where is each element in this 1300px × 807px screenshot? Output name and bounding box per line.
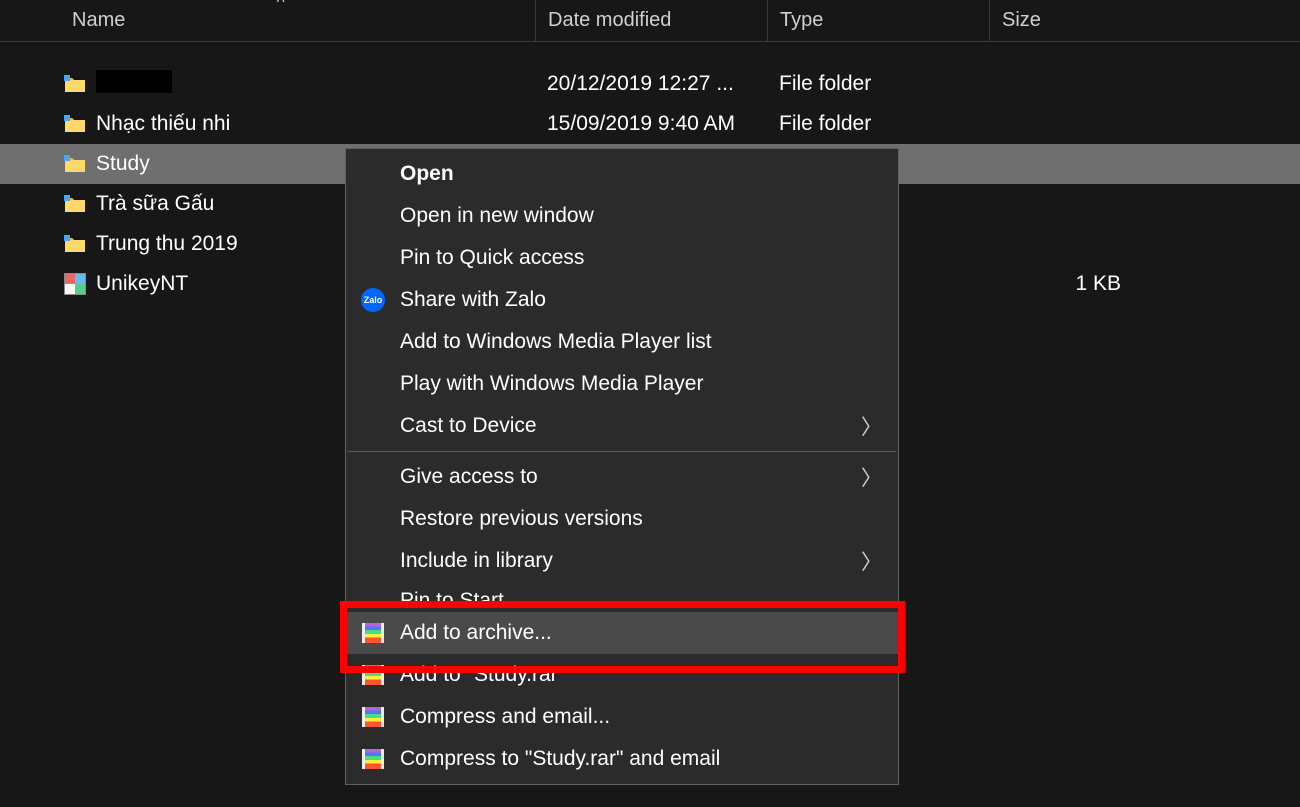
winrar-icon	[360, 662, 386, 688]
menu-include-library[interactable]: Include in library〉	[346, 540, 898, 582]
menu-compress-email[interactable]: Compress and email...	[346, 696, 898, 738]
menu-play-wmp-label: Play with Windows Media Player	[400, 372, 898, 396]
folder-icon	[64, 74, 92, 94]
menu-add-study-rar[interactable]: Add to "Study.rar"	[346, 654, 898, 696]
menu-open[interactable]: Open	[346, 153, 898, 195]
redacted-name	[96, 70, 172, 93]
menu-add-wmp-label: Add to Windows Media Player list	[400, 330, 898, 354]
menu-open-label: Open	[400, 162, 898, 186]
menu-compress-studyrar-email-label: Compress to "Study.rar" and email	[400, 747, 898, 771]
menu-add-to-archive[interactable]: Add to archive...	[346, 612, 898, 654]
column-header-type-label: Type	[780, 9, 823, 32]
chevron-right-icon: 〉	[861, 546, 882, 576]
file-type-cell: File folder	[779, 112, 1001, 136]
shortcut-icon	[64, 273, 92, 295]
menu-give-access-label: Give access to	[400, 465, 898, 489]
chevron-right-icon: 〉	[861, 411, 882, 441]
folder-icon	[64, 114, 92, 134]
menu-open-new-window-label: Open in new window	[400, 204, 898, 228]
menu-compress-studyrar-email[interactable]: Compress to "Study.rar" and email	[346, 738, 898, 780]
menu-give-access[interactable]: Give access to〉	[346, 456, 898, 498]
menu-separator	[348, 451, 896, 452]
menu-play-wmp[interactable]: Play with Windows Media Player	[346, 363, 898, 405]
column-header-size[interactable]: Size	[990, 0, 1150, 41]
menu-add-archive-label: Add to archive...	[400, 621, 898, 645]
file-size-cell: 1 KB	[1001, 272, 1161, 296]
menu-open-new-window[interactable]: Open in new window	[346, 195, 898, 237]
menu-add-studyrar-label: Add to "Study.rar"	[400, 663, 898, 687]
menu-cast-label: Cast to Device	[400, 414, 898, 438]
file-type-cell: File folder	[779, 72, 1001, 96]
file-date-cell: 15/09/2019 9:40 AM	[547, 112, 779, 136]
folder-icon	[64, 194, 92, 214]
menu-pin-quick-label: Pin to Quick access	[400, 246, 898, 270]
file-date-cell: 20/12/2019 12:27 ...	[547, 72, 779, 96]
file-row[interactable]: 20/12/2019 12:27 ... File folder	[0, 64, 1300, 104]
menu-share-zalo[interactable]: Zalo Share with Zalo	[346, 279, 898, 321]
file-name-cell	[92, 70, 547, 99]
menu-pin-start-label: Pin to Start	[400, 589, 898, 612]
winrar-icon	[360, 704, 386, 730]
file-name-cell: Nhạc thiếu nhi	[92, 112, 547, 136]
menu-restore-versions[interactable]: Restore previous versions	[346, 498, 898, 540]
column-header-type[interactable]: Type	[768, 0, 990, 41]
sort-ascending-icon: ˄	[276, 0, 285, 9]
column-header-name-label: Name	[72, 9, 125, 32]
menu-cast-device[interactable]: Cast to Device〉	[346, 405, 898, 447]
file-row[interactable]: Nhạc thiếu nhi 15/09/2019 9:40 AM File f…	[0, 104, 1300, 144]
menu-compress-email-label: Compress and email...	[400, 705, 898, 729]
winrar-icon	[360, 620, 386, 646]
menu-pin-quick-access[interactable]: Pin to Quick access	[346, 237, 898, 279]
menu-pin-start[interactable]: Pin to Start	[346, 582, 898, 612]
folder-icon	[64, 234, 92, 254]
column-header-date-label: Date modified	[548, 9, 671, 32]
column-header-row: Name ˄ Date modified Type Size	[0, 0, 1300, 42]
menu-share-zalo-label: Share with Zalo	[400, 288, 898, 312]
context-menu: Open Open in new window Pin to Quick acc…	[345, 148, 899, 785]
menu-add-wmp[interactable]: Add to Windows Media Player list	[346, 321, 898, 363]
chevron-right-icon: 〉	[861, 462, 882, 492]
winrar-icon	[360, 746, 386, 772]
menu-include-lib-label: Include in library	[400, 549, 898, 573]
column-header-name[interactable]: Name ˄	[60, 0, 536, 41]
column-header-size-label: Size	[1002, 9, 1041, 32]
zalo-icon: Zalo	[360, 287, 386, 313]
menu-restore-label: Restore previous versions	[400, 507, 898, 531]
folder-icon	[64, 154, 92, 174]
column-header-date[interactable]: Date modified	[536, 0, 768, 41]
